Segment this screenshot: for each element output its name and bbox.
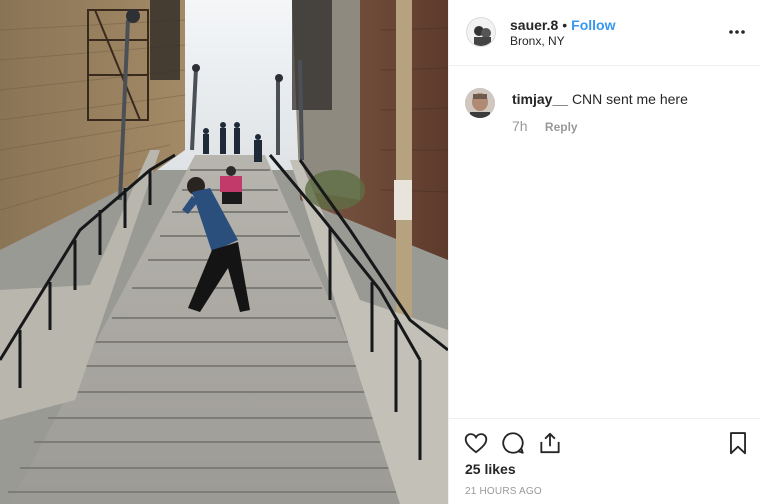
avatar-image	[465, 88, 495, 118]
reply-button[interactable]: Reply	[545, 120, 578, 134]
separator-dot: •	[562, 17, 568, 33]
likes-count[interactable]: 25 likes	[465, 461, 516, 477]
post-actions: 25 likes 21 HOURS AGO	[449, 418, 760, 504]
comment-text: CNN sent me here	[571, 91, 688, 107]
post-photo	[0, 0, 448, 504]
avatar-image	[467, 18, 495, 46]
more-options-icon[interactable]	[727, 22, 747, 42]
comment-icon[interactable]	[500, 430, 526, 456]
heart-icon[interactable]	[463, 430, 489, 456]
comment-item: timjay__ CNN sent me here 7h Reply	[465, 86, 749, 146]
post-details-panel: sauer.8 • Follow Bronx, NY timjay__ CNN se…	[448, 0, 760, 504]
comment-username[interactable]: timjay__	[512, 91, 568, 107]
author-username[interactable]: sauer.8	[510, 17, 558, 33]
post-location[interactable]: Bronx, NY	[510, 34, 565, 48]
commenter-avatar[interactable]	[465, 88, 495, 118]
comment-time: 7h	[512, 118, 528, 134]
post-header: sauer.8 • Follow Bronx, NY	[449, 0, 760, 66]
follow-button[interactable]: Follow	[571, 17, 615, 33]
author-avatar[interactable]	[466, 17, 496, 47]
post-timestamp[interactable]: 21 HOURS AGO	[465, 486, 542, 497]
author-line: sauer.8 • Follow	[510, 17, 616, 33]
bookmark-icon[interactable]	[725, 430, 751, 456]
stairs-scene-image	[0, 0, 448, 504]
comment-meta: 7h Reply	[512, 118, 578, 134]
comment-text-line: timjay__ CNN sent me here	[512, 90, 688, 108]
share-icon[interactable]	[537, 430, 563, 456]
